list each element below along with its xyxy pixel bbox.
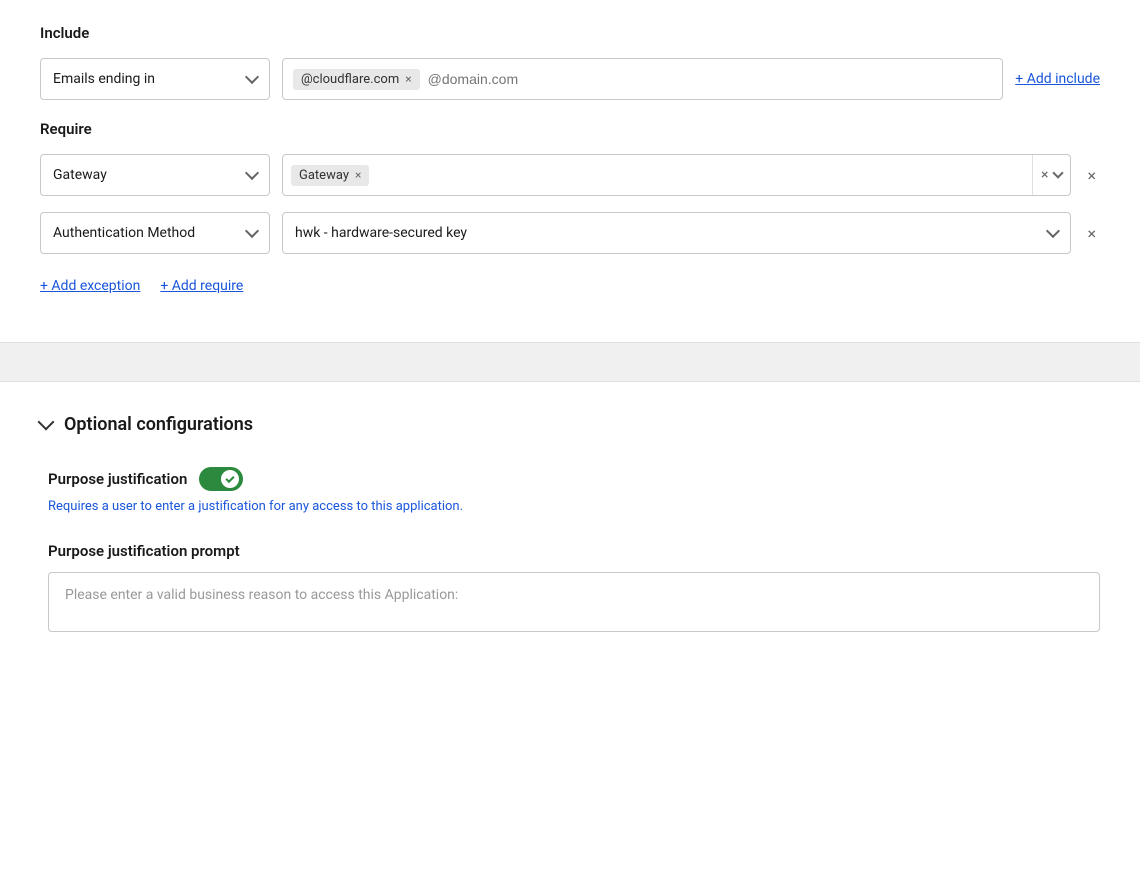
gateway-tag-input[interactable]: Gateway × × <box>282 154 1071 196</box>
include-tag-value: @cloudflare.com <box>301 72 399 87</box>
include-domain-input[interactable] <box>428 71 993 87</box>
gateway-dropdown-chevron-icon[interactable] <box>1053 167 1064 178</box>
auth-method-type-label: Authentication Method <box>53 225 195 241</box>
toggle-thumb <box>221 470 239 488</box>
prompt-placeholder-text: Please enter a valid business reason to … <box>65 587 458 603</box>
require-gateway-row: Gateway Gateway × × × <box>40 154 1100 196</box>
bottom-section: Optional configurations Purpose justific… <box>0 382 1140 692</box>
include-type-dropdown-label: Emails ending in <box>53 71 155 87</box>
require-auth-method-row: Authentication Method hwk - hardware-sec… <box>40 212 1100 254</box>
gateway-row-remove-icon[interactable]: × <box>1083 166 1100 185</box>
include-tag-close-icon[interactable]: × <box>405 73 411 85</box>
purpose-justification-prompt-input[interactable]: Please enter a valid business reason to … <box>48 572 1100 632</box>
require-action-links: + Add exception + Add require <box>40 278 1100 294</box>
purpose-justification-label-row: Purpose justification <box>48 467 1100 491</box>
page-container: Include Emails ending in @cloudflare.com… <box>0 0 1140 881</box>
auth-method-value-dropdown[interactable]: hwk - hardware-secured key <box>282 212 1071 254</box>
gateway-input-controls: × <box>1032 155 1062 195</box>
toggle-track <box>199 467 243 491</box>
toggle-check-icon <box>226 473 235 482</box>
purpose-justification-description: Requires a user to enter a justification… <box>48 499 1100 514</box>
gateway-tags-area: Gateway × <box>291 165 1024 186</box>
auth-method-row-remove-icon[interactable]: × <box>1083 224 1100 243</box>
section-divider <box>0 342 1140 382</box>
optional-config-chevron-icon <box>38 413 55 430</box>
auth-method-chevron-icon <box>245 224 259 238</box>
include-section: Include Emails ending in @cloudflare.com… <box>40 24 1100 100</box>
purpose-justification-label: Purpose justification <box>48 470 187 488</box>
require-section: Require Gateway Gateway × × <box>40 120 1100 294</box>
gateway-tag-value: Gateway <box>299 168 349 183</box>
gateway-tag: Gateway × <box>291 165 369 186</box>
gateway-tag-close-icon[interactable]: × <box>355 169 361 181</box>
include-tag-input[interactable]: @cloudflare.com × <box>282 58 1003 100</box>
purpose-justification-toggle[interactable] <box>199 467 243 491</box>
gateway-type-chevron-icon <box>245 166 259 180</box>
include-tag-cloudflare: @cloudflare.com × <box>293 69 420 90</box>
include-section-label: Include <box>40 24 1100 42</box>
require-section-label: Require <box>40 120 1100 138</box>
auth-method-value-label: hwk - hardware-secured key <box>295 225 467 241</box>
purpose-justification-block: Purpose justification Requires a user to… <box>40 467 1100 514</box>
add-exception-link[interactable]: + Add exception <box>40 278 140 294</box>
optional-config-header[interactable]: Optional configurations <box>40 414 1100 435</box>
gateway-clear-icon[interactable]: × <box>1041 167 1048 183</box>
add-require-link[interactable]: + Add require <box>160 278 243 294</box>
auth-method-type-dropdown[interactable]: Authentication Method <box>40 212 270 254</box>
auth-method-value-chevron-icon <box>1046 224 1060 238</box>
include-row: Emails ending in @cloudflare.com × + Add… <box>40 58 1100 100</box>
include-type-dropdown[interactable]: Emails ending in <box>40 58 270 100</box>
optional-config-title: Optional configurations <box>64 414 253 435</box>
gateway-type-label: Gateway <box>53 167 107 183</box>
add-include-link[interactable]: + Add include <box>1015 71 1100 87</box>
include-type-dropdown-chevron-icon <box>245 70 259 84</box>
gateway-type-dropdown[interactable]: Gateway <box>40 154 270 196</box>
purpose-justification-prompt-block: Purpose justification prompt Please ente… <box>40 542 1100 632</box>
purpose-justification-prompt-label: Purpose justification prompt <box>48 542 1100 560</box>
top-section: Include Emails ending in @cloudflare.com… <box>0 0 1140 326</box>
